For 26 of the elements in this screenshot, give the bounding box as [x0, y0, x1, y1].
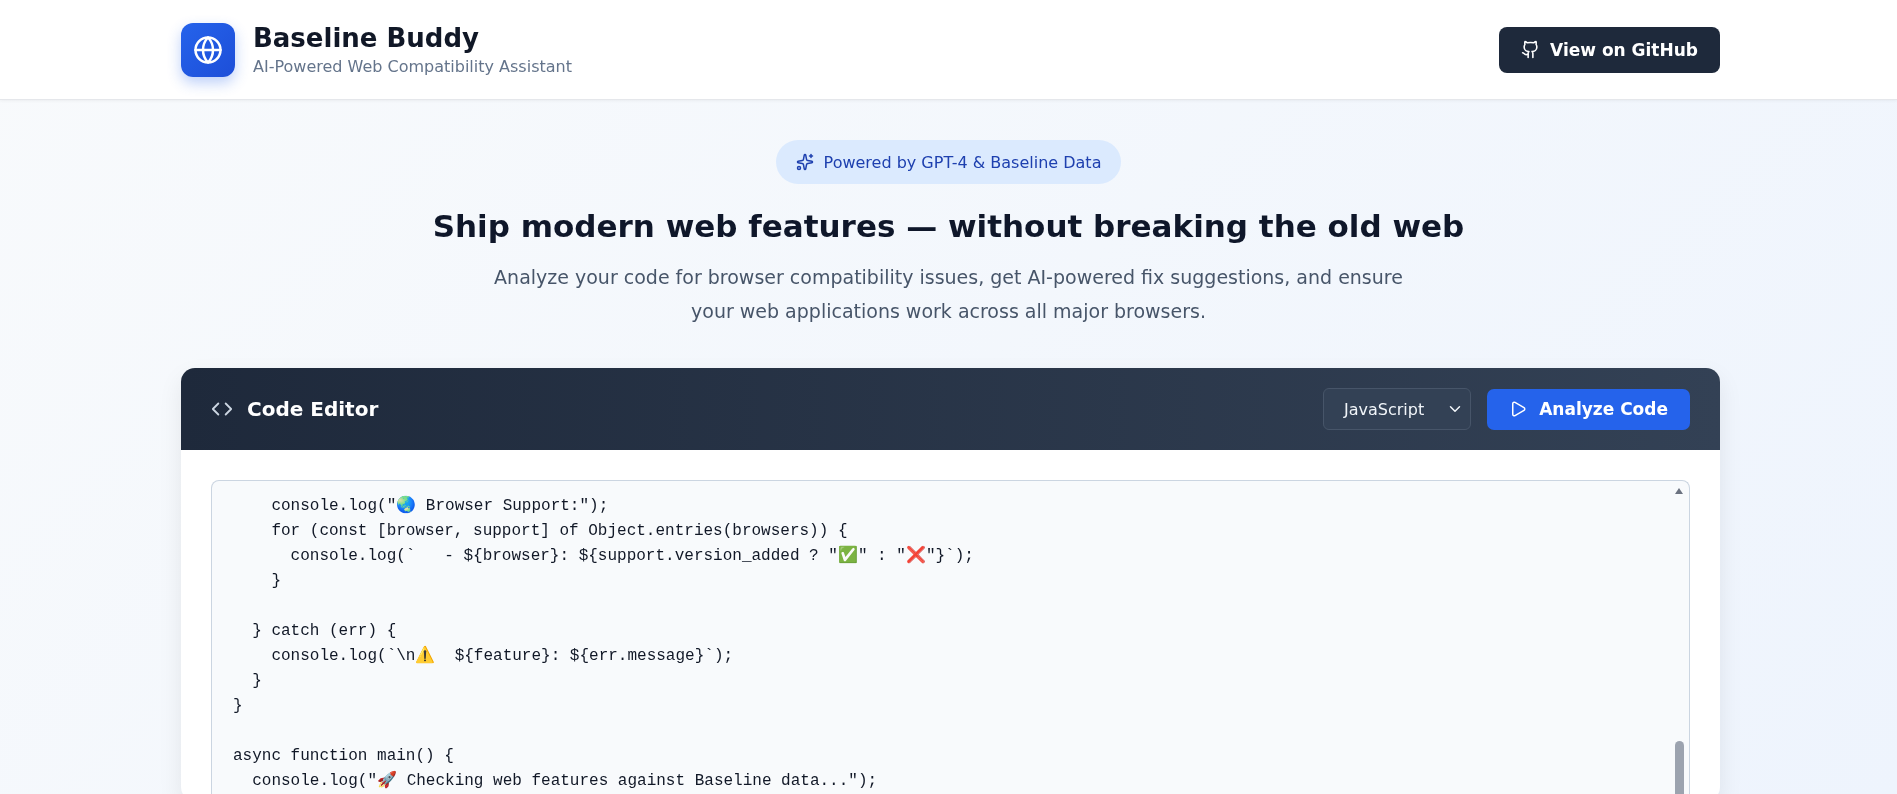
analyze-button[interactable]: Analyze Code: [1487, 388, 1690, 430]
tagline: AI-Powered Web Compatibility Assistant: [253, 57, 572, 76]
github-icon: [1521, 40, 1541, 59]
hero-description: Analyze your code for browser compatibility issues, get AI-powered fix suggestions, and ensure your web applications work across all major browsers.: [494, 265, 1403, 324]
code-line: console.log(` - ${browser}: ${support.version_added ? "✅" : "❌"}`);: [289, 544, 974, 567]
scroll-up-icon[interactable]: [1674, 487, 1684, 495]
code-line: console.log("🚀 Checking web features against Baseline data...");: [251, 770, 878, 792]
code-line: }: [233, 696, 243, 717]
badge-text: Powered by GPT-4 & Baseline Data: [823, 152, 1102, 172]
code-line: for (const [browser, support] of Object.entries(browsers)) {: [270, 521, 848, 542]
code-line: console.log(`\n⚠ ${feature}: ${err.message}`);: [270, 645, 734, 667]
code-line: console.log("🌏 Browser Support:");: [270, 495, 609, 517]
globe-icon: [193, 34, 223, 65]
editor-title: Code Editor: [247, 397, 379, 421]
code-editor[interactable]: [211, 480, 1690, 794]
sparkles-icon: [795, 153, 814, 171]
hero-heading: Ship modern web features — without breaking the old web: [432, 208, 1465, 244]
code-line: } catch (err) {: [251, 621, 397, 642]
code-line: }: [270, 571, 281, 592]
scrollbar-thumb[interactable]: [1675, 741, 1684, 794]
app-name: Baseline Buddy: [253, 23, 480, 53]
language-select[interactable]: JavaScript: [1322, 388, 1472, 430]
github-button[interactable]: View on GitHub: [1499, 26, 1720, 73]
code-line: }: [251, 671, 262, 692]
play-icon: [1509, 400, 1528, 418]
code-line: async function main() {: [233, 746, 454, 767]
